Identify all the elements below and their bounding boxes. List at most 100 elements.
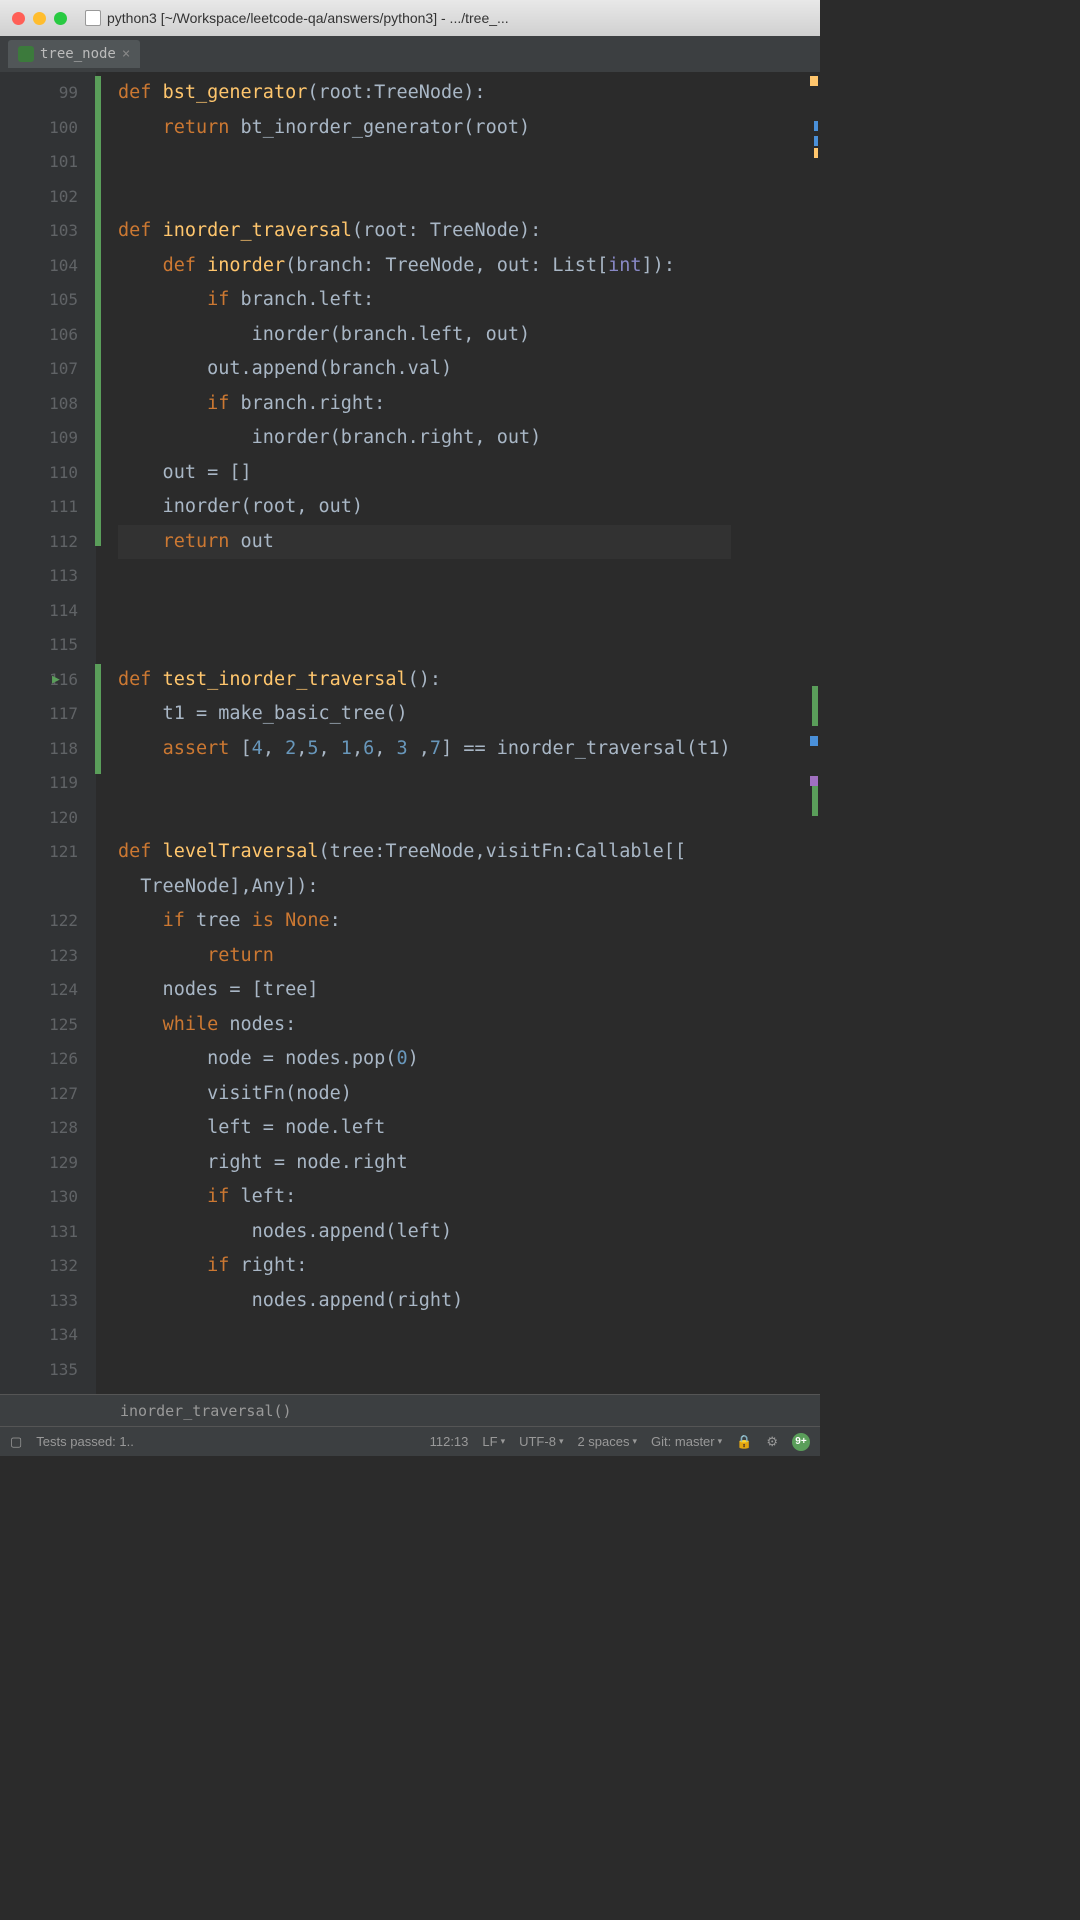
- code-line[interactable]: visitFn(node): [118, 1077, 731, 1112]
- code-line[interactable]: left = node.left: [118, 1111, 731, 1146]
- tests-status[interactable]: Tests passed: 1..: [36, 1434, 134, 1449]
- line-number[interactable]: 134: [0, 1318, 78, 1353]
- line-number[interactable]: 100: [0, 111, 78, 146]
- code-line[interactable]: [118, 594, 731, 629]
- line-number[interactable]: 135: [0, 1353, 78, 1388]
- code-line[interactable]: [118, 559, 731, 594]
- line-number[interactable]: 128: [0, 1111, 78, 1146]
- line-number[interactable]: 131: [0, 1215, 78, 1250]
- line-number[interactable]: 123: [0, 939, 78, 974]
- code-line[interactable]: if branch.right:: [118, 387, 731, 422]
- lock-icon[interactable]: 🔒: [736, 1434, 752, 1450]
- code-line[interactable]: if left:: [118, 1180, 731, 1215]
- line-number[interactable]: 107: [0, 352, 78, 387]
- line-number[interactable]: 127: [0, 1077, 78, 1112]
- line-number[interactable]: 112: [0, 525, 78, 560]
- line-number[interactable]: [0, 870, 78, 905]
- tab-tree-node[interactable]: tree_node ×: [8, 40, 140, 68]
- line-number[interactable]: 133: [0, 1284, 78, 1319]
- line-number[interactable]: 121: [0, 835, 78, 870]
- notification-badge[interactable]: 9+: [792, 1433, 810, 1451]
- code-line[interactable]: def test_inorder_traversal():: [118, 663, 731, 698]
- line-number[interactable]: 103: [0, 214, 78, 249]
- close-window-button[interactable]: [12, 12, 25, 25]
- code-line[interactable]: t1 = make_basic_tree(): [118, 697, 731, 732]
- minimap-info-marker[interactable]: [814, 136, 818, 146]
- line-number[interactable]: 132: [0, 1249, 78, 1284]
- breadcrumb-bar[interactable]: inorder_traversal(): [0, 1394, 820, 1426]
- breadcrumb-function[interactable]: inorder_traversal(): [120, 1402, 292, 1420]
- code-line[interactable]: out = []: [118, 456, 731, 491]
- minimap-warning-marker[interactable]: [810, 76, 818, 86]
- line-number[interactable]: 124: [0, 973, 78, 1008]
- minimap-marker[interactable]: [810, 776, 818, 786]
- code-line[interactable]: return out: [118, 525, 731, 560]
- gear-icon[interactable]: ⚙: [766, 1434, 778, 1450]
- code-line[interactable]: nodes.append(right): [118, 1284, 731, 1319]
- code-line[interactable]: [118, 1318, 731, 1353]
- run-test-icon[interactable]: ▶: [52, 663, 60, 698]
- code-line[interactable]: right = node.right: [118, 1146, 731, 1181]
- git-branch[interactable]: Git: master ▾: [651, 1434, 722, 1449]
- code-line[interactable]: [118, 766, 731, 801]
- line-number[interactable]: 108: [0, 387, 78, 422]
- code-line[interactable]: assert [4, 2,5, 1,6, 3 ,7] == inorder_tr…: [118, 732, 731, 767]
- line-number[interactable]: 120: [0, 801, 78, 836]
- minimap-info-marker[interactable]: [810, 736, 818, 746]
- line-ending-selector[interactable]: LF ▾: [482, 1434, 505, 1449]
- code-line[interactable]: def inorder(branch: TreeNode, out: List[…: [118, 249, 731, 284]
- code-line[interactable]: inorder(branch.right, out): [118, 421, 731, 456]
- code-line[interactable]: [118, 1353, 731, 1388]
- code-line[interactable]: inorder(root, out): [118, 490, 731, 525]
- minimize-window-button[interactable]: [33, 12, 46, 25]
- code-line[interactable]: if branch.left:: [118, 283, 731, 318]
- line-number[interactable]: 110: [0, 456, 78, 491]
- line-number[interactable]: 109: [0, 421, 78, 456]
- code-line[interactable]: TreeNode],Any]):: [118, 870, 731, 905]
- line-number[interactable]: 104: [0, 249, 78, 284]
- line-number[interactable]: 101: [0, 145, 78, 180]
- line-number[interactable]: 99: [0, 76, 78, 111]
- line-number[interactable]: 106: [0, 318, 78, 353]
- line-number[interactable]: 125: [0, 1008, 78, 1043]
- code-line[interactable]: def levelTraversal(tree:TreeNode,visitFn…: [118, 835, 731, 870]
- line-number[interactable]: 119: [0, 766, 78, 801]
- line-number[interactable]: 113: [0, 559, 78, 594]
- minimap-change-marker[interactable]: [812, 686, 818, 726]
- tab-close-icon[interactable]: ×: [122, 46, 130, 62]
- code-area[interactable]: def bst_generator(root:TreeNode): return…: [96, 72, 731, 1394]
- indent-selector[interactable]: 2 spaces ▾: [577, 1434, 637, 1449]
- code-line[interactable]: node = nodes.pop(0): [118, 1042, 731, 1077]
- project-panel-icon[interactable]: ▢: [10, 1434, 22, 1450]
- minimap[interactable]: [810, 76, 818, 1326]
- line-number[interactable]: 114: [0, 594, 78, 629]
- code-line[interactable]: if right:: [118, 1249, 731, 1284]
- line-number[interactable]: 129: [0, 1146, 78, 1181]
- line-number[interactable]: 117: [0, 697, 78, 732]
- code-line[interactable]: return bt_inorder_generator(root): [118, 111, 731, 146]
- line-number[interactable]: 115: [0, 628, 78, 663]
- code-line[interactable]: def inorder_traversal(root: TreeNode):: [118, 214, 731, 249]
- line-number[interactable]: 102: [0, 180, 78, 215]
- maximize-window-button[interactable]: [54, 12, 67, 25]
- line-number[interactable]: 105: [0, 283, 78, 318]
- line-number[interactable]: 130: [0, 1180, 78, 1215]
- code-line[interactable]: return: [118, 939, 731, 974]
- code-line[interactable]: [118, 145, 731, 180]
- cursor-position[interactable]: 112:13: [430, 1434, 469, 1449]
- code-line[interactable]: def bst_generator(root:TreeNode):: [118, 76, 731, 111]
- code-line[interactable]: inorder(branch.left, out): [118, 318, 731, 353]
- code-editor[interactable]: 9910010110210310410510610710810911011111…: [0, 72, 820, 1394]
- encoding-selector[interactable]: UTF-8 ▾: [519, 1434, 563, 1449]
- code-line[interactable]: [118, 180, 731, 215]
- code-line[interactable]: nodes.append(left): [118, 1215, 731, 1250]
- line-number[interactable]: 122: [0, 904, 78, 939]
- line-number-gutter[interactable]: 9910010110210310410510610710810911011111…: [0, 72, 96, 1394]
- code-line[interactable]: nodes = [tree]: [118, 973, 731, 1008]
- line-number[interactable]: 126: [0, 1042, 78, 1077]
- line-number[interactable]: 111: [0, 490, 78, 525]
- minimap-change-marker[interactable]: [812, 786, 818, 816]
- line-number[interactable]: 118: [0, 732, 78, 767]
- code-line[interactable]: if tree is None:: [118, 904, 731, 939]
- minimap-info-marker[interactable]: [814, 121, 818, 131]
